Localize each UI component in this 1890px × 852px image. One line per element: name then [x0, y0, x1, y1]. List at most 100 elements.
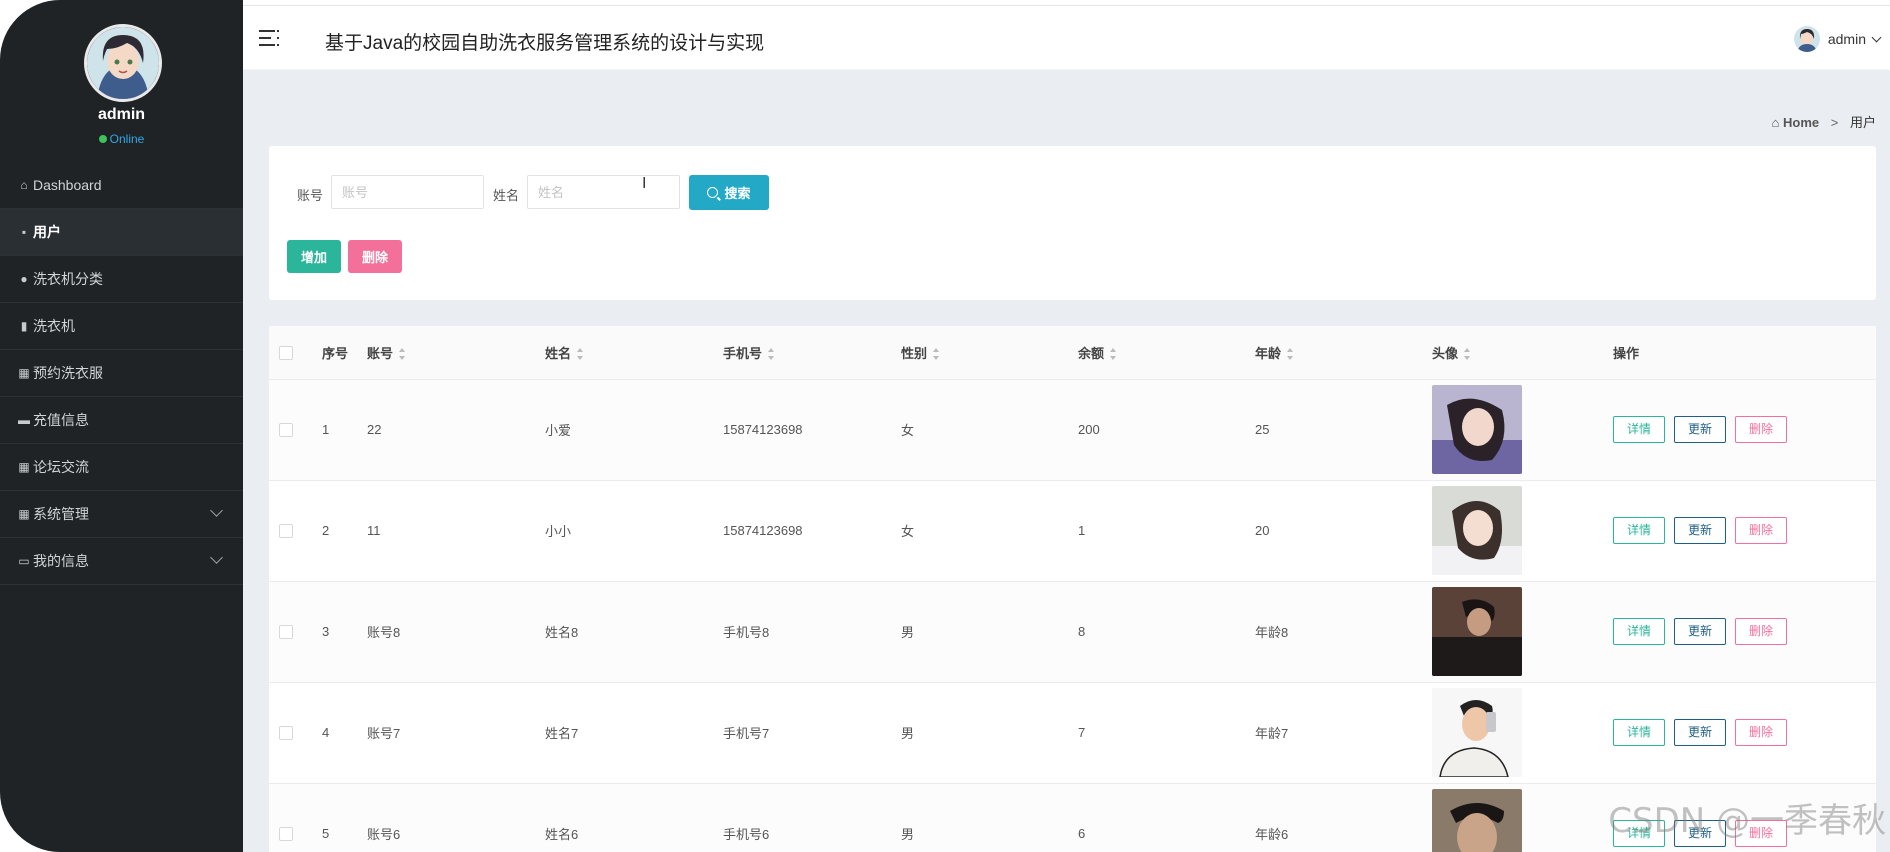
sort-icon[interactable]	[577, 348, 584, 361]
sidebar-item-users[interactable]: ▪ 用户	[0, 209, 243, 256]
column-header[interactable]: 账号	[367, 326, 545, 380]
cell-age: 年龄8	[1255, 581, 1432, 683]
sidebar-item-recharge[interactable]: ▬ 充值信息	[0, 397, 243, 444]
sidebar-item-label: 洗衣机分类	[33, 271, 103, 287]
sidebar-item-forum[interactable]: ▦ 论坛交流	[0, 444, 243, 491]
search-button-label: 搜索	[724, 186, 751, 201]
cell-no: 4	[322, 682, 367, 784]
chevron-down-icon	[1871, 32, 1882, 42]
add-button[interactable]: 增加	[287, 240, 341, 273]
text-cursor-icon: I	[642, 175, 647, 192]
cell-age: 年龄6	[1255, 783, 1432, 852]
cell-gender: 女	[901, 379, 1078, 481]
user-avatar-thumbnail[interactable]	[1432, 486, 1522, 575]
row-checkbox[interactable]	[279, 423, 293, 438]
row-checkbox[interactable]	[279, 726, 293, 741]
sidebar-avatar[interactable]	[84, 24, 162, 102]
column-header[interactable]: 余额	[1078, 326, 1255, 380]
column-header[interactable]: 头像	[1432, 326, 1613, 380]
chevron-down-icon	[210, 551, 223, 564]
watermark: CSDN @一季春秋	[1608, 801, 1886, 841]
online-status: Online	[0, 132, 243, 146]
detail-button[interactable]: 详情	[1613, 517, 1665, 544]
sidebar: admin Online ⌂ Dashboard ▪ 用户 ● 洗衣机分类 ▮ 洗衣机 …	[0, 0, 243, 852]
column-header[interactable]: 手机号	[723, 326, 901, 380]
cell-balance: 1	[1078, 480, 1255, 582]
cell-phone: 15874123698	[723, 480, 901, 582]
breadcrumb-home[interactable]: Home	[1783, 115, 1819, 130]
delete-button[interactable]: 删除	[1735, 618, 1787, 645]
sidebar-item-dashboard[interactable]: ⌂ Dashboard	[0, 162, 243, 209]
sidebar-item-washer-category[interactable]: ● 洗衣机分类	[0, 256, 243, 303]
select-all-checkbox[interactable]	[279, 346, 293, 361]
cell-name: 小小	[545, 480, 723, 582]
cell-no: 3	[322, 581, 367, 683]
row-checkbox[interactable]	[279, 524, 293, 539]
user-avatar-thumbnail[interactable]	[1432, 385, 1522, 474]
sidebar-item-reservation[interactable]: ▦ 预约洗衣服	[0, 350, 243, 397]
column-header[interactable]: 性别	[901, 326, 1078, 380]
sort-icon[interactable]	[1287, 348, 1294, 361]
update-button[interactable]: 更新	[1674, 719, 1726, 746]
table-row: 4 账号7 姓名7 手机号7 男 7 年龄7 详情 更新 删除	[269, 682, 1876, 784]
cell-account: 11	[367, 480, 545, 582]
name-search-input[interactable]	[527, 175, 680, 209]
row-checkbox[interactable]	[279, 827, 293, 842]
grid-icon: ▦	[18, 507, 30, 521]
detail-button[interactable]: 详情	[1613, 719, 1665, 746]
sort-icon[interactable]	[933, 348, 940, 361]
batch-delete-button[interactable]: 删除	[348, 240, 402, 273]
sort-icon[interactable]	[399, 348, 406, 361]
cell-name: 姓名6	[545, 783, 723, 852]
home-icon: ⌂	[1771, 115, 1780, 130]
sidebar-username: admin	[97, 106, 146, 123]
library-icon: ▮	[20, 319, 28, 333]
column-header[interactable]: 姓名	[545, 326, 723, 380]
update-button[interactable]: 更新	[1674, 517, 1726, 544]
search-panel: 账号 姓名 I 搜索 增加 删除	[269, 146, 1876, 300]
account-label: 账号	[297, 188, 324, 203]
user-avatar-thumbnail[interactable]	[1432, 688, 1522, 777]
online-dot-icon	[98, 134, 107, 143]
cell-name: 姓名8	[545, 581, 723, 683]
user-table: 序号 账号 姓名 手机号 性别 余额 年龄 头像 操作 1 22 小爱 1587…	[269, 326, 1876, 852]
top-header: 基于Java的校园自助洗衣服务管理系统的设计与实现 admin	[243, 5, 1890, 69]
cell-balance: 8	[1078, 581, 1255, 683]
cell-account: 账号7	[367, 682, 545, 784]
column-header: 操作	[1613, 326, 1876, 380]
sidebar-item-label: 洗衣机	[33, 318, 75, 334]
sidebar-item-washer[interactable]: ▮ 洗衣机	[0, 303, 243, 350]
delete-button[interactable]: 删除	[1735, 416, 1787, 443]
cell-name: 姓名7	[545, 682, 723, 784]
sort-icon[interactable]	[1464, 348, 1471, 361]
menu-toggle-icon[interactable]	[259, 30, 279, 48]
user-avatar-thumbnail[interactable]	[1432, 789, 1522, 852]
detail-button[interactable]: 详情	[1613, 618, 1665, 645]
user-menu[interactable]: admin	[1793, 26, 1882, 52]
pin-icon: ●	[20, 272, 28, 286]
sidebar-item-label: 我的信息	[33, 553, 89, 569]
sidebar-item-system[interactable]: ▦ 系统管理	[0, 491, 243, 538]
search-button[interactable]: 搜索	[689, 175, 769, 210]
user-table-panel: 序号 账号 姓名 手机号 性别 余额 年龄 头像 操作 1 22 小爱 1587…	[269, 326, 1876, 852]
cell-name: 小爱	[545, 379, 723, 481]
account-search-input[interactable]	[331, 175, 484, 209]
sidebar-item-label: 用户	[33, 224, 61, 240]
column-header[interactable]: 年龄	[1255, 326, 1432, 380]
sidebar-item-my-info[interactable]: ▭ 我的信息	[0, 538, 243, 585]
table-row: 3 账号8 姓名8 手机号8 男 8 年龄8 详情 更新 删除	[269, 581, 1876, 683]
cell-balance: 7	[1078, 682, 1255, 784]
update-button[interactable]: 更新	[1674, 416, 1726, 443]
column-header: 序号	[322, 326, 367, 380]
main-content: ⌂ Home > 用户 账号 姓名 I 搜索 增加 删除 序号 账号	[243, 70, 1890, 852]
chevron-down-icon	[210, 504, 223, 517]
detail-button[interactable]: 详情	[1613, 416, 1665, 443]
user-avatar-thumbnail[interactable]	[1432, 587, 1522, 676]
delete-button[interactable]: 删除	[1735, 719, 1787, 746]
row-checkbox[interactable]	[279, 625, 293, 640]
update-button[interactable]: 更新	[1674, 618, 1726, 645]
breadcrumb-current: 用户	[1849, 115, 1876, 130]
sort-icon[interactable]	[768, 348, 775, 361]
sort-icon[interactable]	[1110, 348, 1117, 361]
delete-button[interactable]: 删除	[1735, 517, 1787, 544]
